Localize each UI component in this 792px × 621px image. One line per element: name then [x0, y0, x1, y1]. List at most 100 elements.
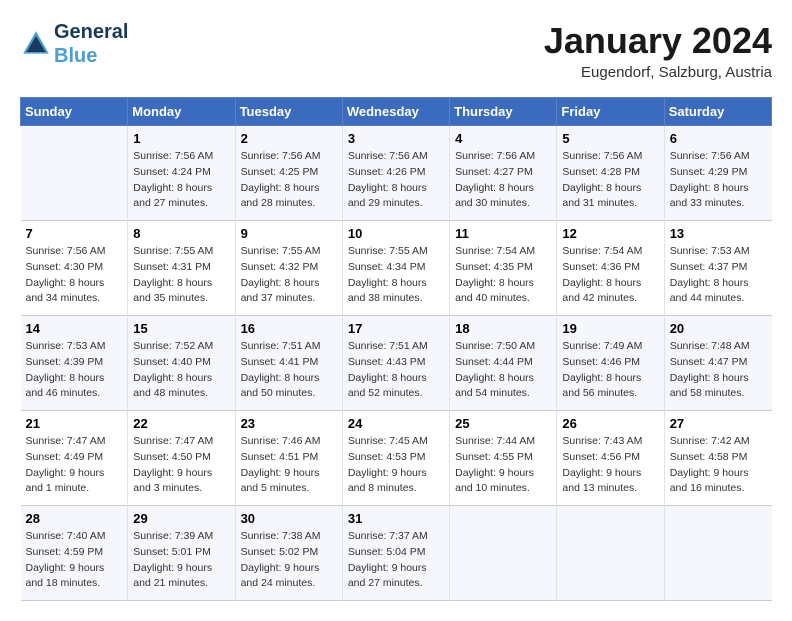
day-info: Sunrise: 7:47 AMSunset: 4:49 PMDaylight:… — [26, 434, 123, 497]
weekday-header-wednesday: Wednesday — [342, 98, 449, 126]
day-number: 14 — [26, 321, 123, 336]
day-number: 19 — [562, 321, 658, 336]
day-number: 17 — [348, 321, 444, 336]
calendar-body: 1 Sunrise: 7:56 AMSunset: 4:24 PMDaylight… — [21, 126, 772, 601]
day-number: 23 — [241, 416, 337, 431]
calendar-cell: 14 Sunrise: 7:53 AMSunset: 4:39 PMDayligh… — [21, 316, 128, 411]
day-info: Sunrise: 7:40 AMSunset: 4:59 PMDaylight:… — [26, 529, 123, 592]
day-number: 8 — [133, 226, 229, 241]
calendar-cell: 1 Sunrise: 7:56 AMSunset: 4:24 PMDaylight… — [128, 126, 235, 221]
calendar-cell — [21, 126, 128, 221]
calendar-cell: 7Sunrise: 7:56 AMSunset: 4:30 PMDaylight… — [21, 221, 128, 316]
day-info: Sunrise: 7:56 AMSunset: 4:28 PMDaylight:… — [562, 149, 658, 212]
day-info: Sunrise: 7:46 AMSunset: 4:51 PMDaylight:… — [241, 434, 337, 497]
logo-icon — [20, 28, 52, 60]
weekday-header-monday: Monday — [128, 98, 235, 126]
weekday-header-friday: Friday — [557, 98, 664, 126]
day-info: Sunrise: 7:39 AMSunset: 5:01 PMDaylight:… — [133, 529, 229, 592]
day-number: 30 — [241, 511, 337, 526]
calendar-cell: 3Sunrise: 7:56 AMSunset: 4:26 PMDaylight… — [342, 126, 449, 221]
title-block: January 2024 Eugendorf, Salzburg, Austri… — [544, 20, 772, 81]
calendar-cell: 16 Sunrise: 7:51 AMSunset: 4:41 PMDayligh… — [235, 316, 342, 411]
month-title: January 2024 — [544, 20, 772, 62]
calendar-cell: 23 Sunrise: 7:46 AMSunset: 4:51 PMDayligh… — [235, 411, 342, 506]
calendar-week-row: 14 Sunrise: 7:53 AMSunset: 4:39 PMDayligh… — [21, 316, 772, 411]
calendar-cell: 8 Sunrise: 7:55 AMSunset: 4:31 PMDaylight… — [128, 221, 235, 316]
day-number: 11 — [455, 226, 551, 241]
calendar-cell: 29Sunrise: 7:39 AMSunset: 5:01 PMDayligh… — [128, 506, 235, 601]
day-number: 22 — [133, 416, 229, 431]
calendar-cell: 15Sunrise: 7:52 AMSunset: 4:40 PMDayligh… — [128, 316, 235, 411]
day-number: 26 — [562, 416, 658, 431]
day-number: 12 — [562, 226, 658, 241]
day-info: Sunrise: 7:54 AMSunset: 4:36 PMDaylight:… — [562, 244, 658, 307]
calendar-cell: 4Sunrise: 7:56 AMSunset: 4:27 PMDaylight… — [450, 126, 557, 221]
day-number: 20 — [670, 321, 767, 336]
day-number: 5 — [562, 131, 658, 146]
day-info: Sunrise: 7:56 AMSunset: 4:24 PMDaylight:… — [133, 149, 229, 212]
day-info: Sunrise: 7:56 AMSunset: 4:25 PMDaylight:… — [241, 149, 337, 212]
day-info: Sunrise: 7:56 AMSunset: 4:29 PMDaylight:… — [670, 149, 767, 212]
calendar-cell: 30 Sunrise: 7:38 AMSunset: 5:02 PMDayligh… — [235, 506, 342, 601]
day-info: Sunrise: 7:45 AMSunset: 4:53 PMDaylight:… — [348, 434, 444, 497]
day-info: Sunrise: 7:42 AMSunset: 4:58 PMDaylight:… — [670, 434, 767, 497]
calendar-cell: 11 Sunrise: 7:54 AMSunset: 4:35 PMDayligh… — [450, 221, 557, 316]
day-info: Sunrise: 7:52 AMSunset: 4:40 PMDaylight:… — [133, 339, 229, 402]
day-number: 3 — [348, 131, 444, 146]
calendar-cell: 2 Sunrise: 7:56 AMSunset: 4:25 PMDaylight… — [235, 126, 342, 221]
calendar-week-row: 21 Sunrise: 7:47 AMSunset: 4:49 PMDayligh… — [21, 411, 772, 506]
day-number: 13 — [670, 226, 767, 241]
calendar-cell: 6 Sunrise: 7:56 AMSunset: 4:29 PMDaylight… — [664, 126, 771, 221]
logo-text-line1: General — [54, 20, 128, 44]
calendar-cell — [557, 506, 664, 601]
day-number: 6 — [670, 131, 767, 146]
day-number: 24 — [348, 416, 444, 431]
logo-text-line2: Blue — [54, 44, 128, 68]
calendar-cell: 27 Sunrise: 7:42 AMSunset: 4:58 PMDayligh… — [664, 411, 771, 506]
day-number: 28 — [26, 511, 123, 526]
day-info: Sunrise: 7:43 AMSunset: 4:56 PMDaylight:… — [562, 434, 658, 497]
day-number: 18 — [455, 321, 551, 336]
day-info: Sunrise: 7:38 AMSunset: 5:02 PMDaylight:… — [241, 529, 337, 592]
day-number: 16 — [241, 321, 337, 336]
calendar-week-row: 7Sunrise: 7:56 AMSunset: 4:30 PMDaylight… — [21, 221, 772, 316]
calendar-cell: 31Sunrise: 7:37 AMSunset: 5:04 PMDayligh… — [342, 506, 449, 601]
day-number: 9 — [241, 226, 337, 241]
day-info: Sunrise: 7:53 AMSunset: 4:39 PMDaylight:… — [26, 339, 123, 402]
day-number: 1 — [133, 131, 229, 146]
calendar-cell: 24 Sunrise: 7:45 AMSunset: 4:53 PMDayligh… — [342, 411, 449, 506]
day-info: Sunrise: 7:48 AMSunset: 4:47 PMDaylight:… — [670, 339, 767, 402]
day-info: Sunrise: 7:44 AMSunset: 4:55 PMDaylight:… — [455, 434, 551, 497]
day-info: Sunrise: 7:50 AMSunset: 4:44 PMDaylight:… — [455, 339, 551, 402]
day-info: Sunrise: 7:55 AMSunset: 4:31 PMDaylight:… — [133, 244, 229, 307]
page-header: General Blue January 2024 Eugendorf, Sal… — [20, 20, 772, 81]
weekday-header-tuesday: Tuesday — [235, 98, 342, 126]
calendar-cell: 25 Sunrise: 7:44 AMSunset: 4:55 PMDayligh… — [450, 411, 557, 506]
calendar-header: SundayMondayTuesdayWednesdayThursdayFrid… — [21, 98, 772, 126]
calendar-table: SundayMondayTuesdayWednesdayThursdayFrid… — [20, 97, 772, 601]
day-info: Sunrise: 7:51 AMSunset: 4:41 PMDaylight:… — [241, 339, 337, 402]
logo: General Blue — [20, 20, 128, 68]
calendar-cell: 9Sunrise: 7:55 AMSunset: 4:32 PMDaylight… — [235, 221, 342, 316]
weekday-header-row: SundayMondayTuesdayWednesdayThursdayFrid… — [21, 98, 772, 126]
day-number: 10 — [348, 226, 444, 241]
day-info: Sunrise: 7:56 AMSunset: 4:27 PMDaylight:… — [455, 149, 551, 212]
calendar-cell: 28 Sunrise: 7:40 AMSunset: 4:59 PMDayligh… — [21, 506, 128, 601]
day-info: Sunrise: 7:51 AMSunset: 4:43 PMDaylight:… — [348, 339, 444, 402]
day-info: Sunrise: 7:54 AMSunset: 4:35 PMDaylight:… — [455, 244, 551, 307]
calendar-cell: 10Sunrise: 7:55 AMSunset: 4:34 PMDayligh… — [342, 221, 449, 316]
day-number: 27 — [670, 416, 767, 431]
calendar-cell: 21 Sunrise: 7:47 AMSunset: 4:49 PMDayligh… — [21, 411, 128, 506]
calendar-cell: 17 Sunrise: 7:51 AMSunset: 4:43 PMDayligh… — [342, 316, 449, 411]
day-number: 25 — [455, 416, 551, 431]
calendar-cell: 13Sunrise: 7:53 AMSunset: 4:37 PMDayligh… — [664, 221, 771, 316]
calendar-cell — [450, 506, 557, 601]
day-info: Sunrise: 7:49 AMSunset: 4:46 PMDaylight:… — [562, 339, 658, 402]
calendar-week-row: 28 Sunrise: 7:40 AMSunset: 4:59 PMDayligh… — [21, 506, 772, 601]
calendar-cell: 12 Sunrise: 7:54 AMSunset: 4:36 PMDayligh… — [557, 221, 664, 316]
day-number: 21 — [26, 416, 123, 431]
day-number: 2 — [241, 131, 337, 146]
calendar-week-row: 1 Sunrise: 7:56 AMSunset: 4:24 PMDaylight… — [21, 126, 772, 221]
day-info: Sunrise: 7:47 AMSunset: 4:50 PMDaylight:… — [133, 434, 229, 497]
calendar-cell: 18 Sunrise: 7:50 AMSunset: 4:44 PMDayligh… — [450, 316, 557, 411]
